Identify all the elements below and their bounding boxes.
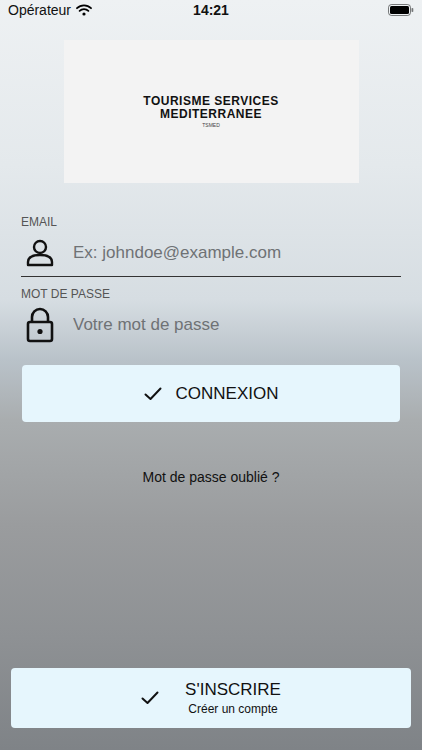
field-label: MOT DE PASSE [21,287,401,301]
status-bar: Opérateur 14:21 [0,0,422,20]
forgot-password-link[interactable]: Mot de passe oublié ? [0,468,422,486]
battery-icon [388,4,414,16]
register-label: S'INSCRIRE [185,680,281,700]
logo-line: TOURISME SERVICES [143,95,278,108]
clock: 14:21 [193,2,229,18]
check-icon [141,691,159,705]
login-button[interactable]: CONNEXION [22,365,400,422]
logo: TOURISME SERVICESMEDITERRANEETSMED [64,40,359,183]
login-screen: Opérateur 14:21 TOURISME SERVICESMEDITERRA… [0,0,422,750]
login-form: EMAIL MOT DE PASSE [0,215,422,349]
check-icon [144,387,162,401]
field-label: EMAIL [21,215,401,229]
user-icon [25,238,55,268]
register-button[interactable]: S'INSCRIRE Créer un compte [11,668,411,728]
logo-line: MEDITERRANEE [160,108,262,121]
login-label: CONNEXION [176,384,279,404]
register-sublabel: Créer un compte [188,702,277,716]
field-row [21,301,401,349]
logo-subtitle: TSMED [202,122,220,129]
text-input[interactable] [73,239,401,267]
lock-icon [25,307,55,343]
carrier-label: Opérateur [8,2,71,18]
text-input[interactable] [73,311,401,339]
wifi-icon [76,4,92,16]
form-field: EMAIL [21,215,401,277]
field-row [21,229,401,277]
form-field: MOT DE PASSE [21,287,401,349]
